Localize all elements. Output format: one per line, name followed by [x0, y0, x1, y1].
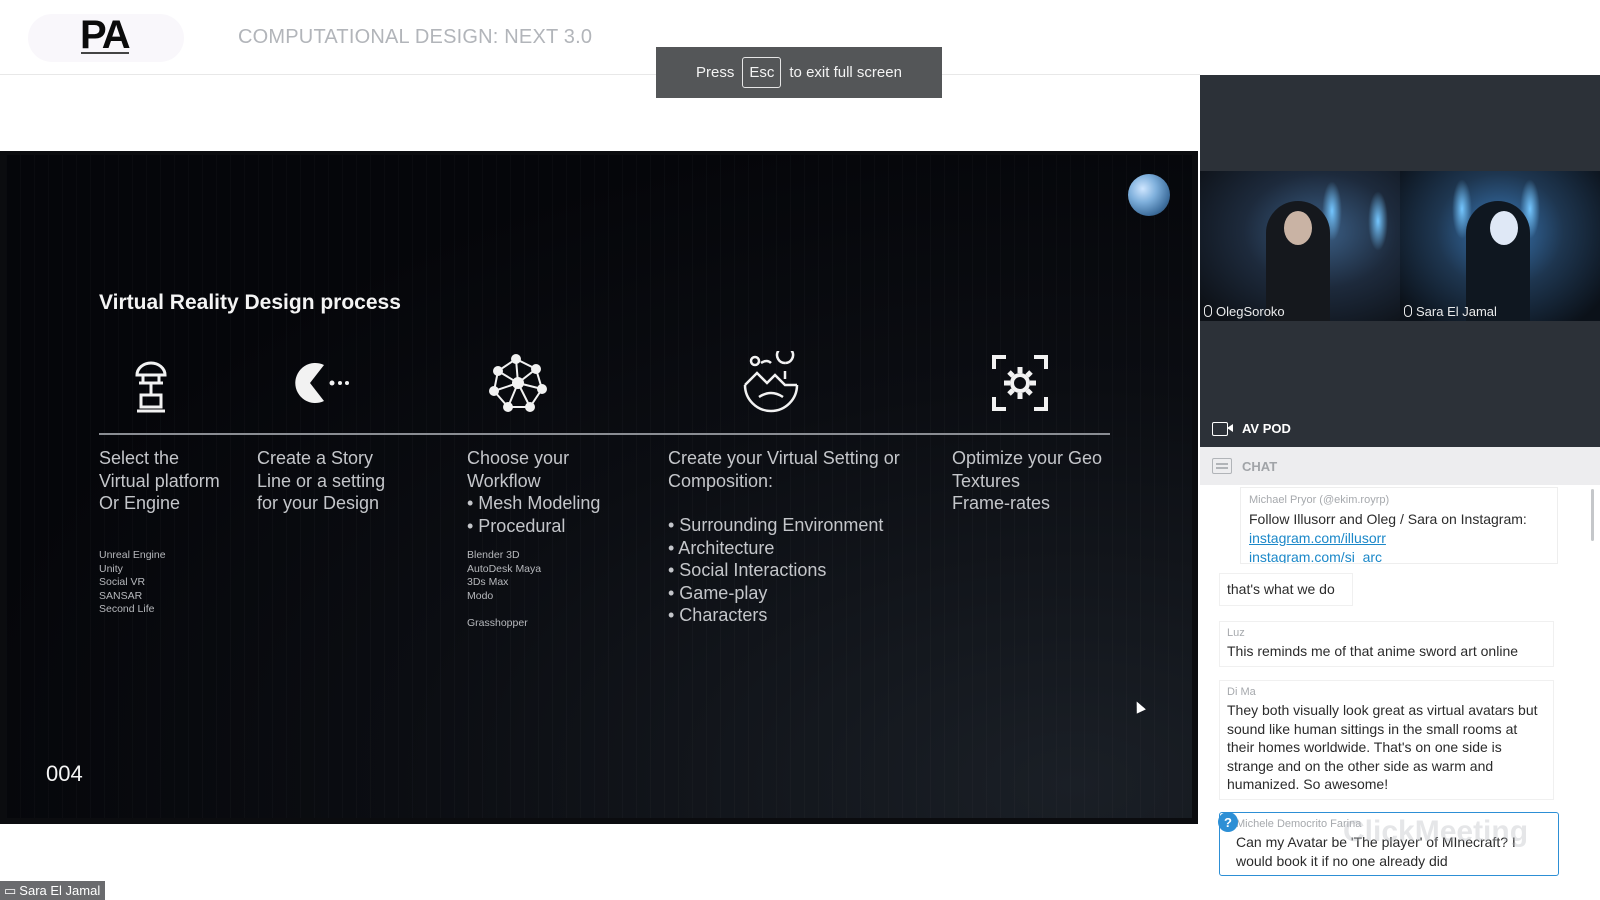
chat-icon — [1212, 458, 1232, 474]
step-bullet: • Surrounding Environment — [668, 515, 884, 535]
chat-message: Di Ma They both visually look great as v… — [1219, 680, 1554, 800]
participant-name: OlegSoroko — [1216, 303, 1285, 319]
chat-message: Luz This reminds me of that anime sword … — [1219, 621, 1554, 667]
environment-globe-icon — [739, 345, 803, 415]
step-line: Optimize your Geo — [952, 448, 1103, 468]
step-virtual-setting: Create your Virtual Setting or Compositi… — [668, 447, 900, 627]
step-bullet: • Architecture — [668, 537, 775, 558]
participant-head — [1284, 211, 1312, 245]
step-bullet: • Mesh Modeling — [467, 493, 601, 513]
software-list: Blender 3D AutoDesk Maya 3Ds Max Modo Gr… — [467, 549, 541, 630]
network-mesh-icon — [486, 351, 550, 415]
step-line: Textures — [952, 470, 1021, 491]
software-item: AutoDesk Maya — [467, 562, 542, 575]
message-author: Di Ma — [1227, 686, 1256, 698]
camera-icon — [1212, 421, 1234, 436]
engine-item: Social VR — [99, 576, 146, 588]
esc-key: Esc — [742, 57, 782, 88]
step-line: Choose your — [467, 448, 570, 468]
software-item: Grasshopper — [467, 616, 528, 629]
step-line: Select the — [99, 448, 180, 468]
av-pod-header[interactable]: AV POD — [1200, 409, 1600, 447]
logo-underline — [81, 52, 129, 54]
step-bullet: • Game-play — [668, 582, 768, 603]
step-bullet: • Social Interactions — [668, 560, 827, 580]
step-gap — [668, 492, 900, 514]
message-text: They both visually look great as virtual… — [1227, 702, 1538, 793]
engine-item: Unity — [99, 562, 123, 575]
step-line: Virtual platform — [99, 470, 220, 491]
step-line: Workflow — [467, 470, 541, 491]
step-select-platform: Select the Virtual platform Or Engine — [99, 447, 220, 515]
timeline-divider — [99, 433, 1110, 435]
chat-header-label: CHAT — [1242, 458, 1278, 474]
instagram-link-si-arc[interactable]: instagram.com/si_arc — [1249, 548, 1549, 563]
software-item: Blender 3D — [467, 549, 520, 561]
side-panel: OlegSoroko Sara El Jamal AV POD CHAT Mic… — [1200, 75, 1600, 900]
video-name-label: OlegSoroko — [1200, 301, 1289, 321]
software-spacer — [467, 603, 541, 617]
pinned-message: Michael Pryor (@ekim.royrp) Follow Illus… — [1240, 487, 1558, 564]
toast-press-text: Press — [696, 64, 735, 81]
av-pod-label: AV POD — [1242, 420, 1291, 436]
engine-item: Unreal Engine — [99, 549, 166, 561]
instagram-link-illusorr[interactable]: instagram.com/illusorr — [1249, 529, 1549, 548]
engine-list: Unreal Engine Unity Social VR SANSAR Sec… — [99, 549, 166, 617]
step-line: Create your Virtual Setting or — [668, 448, 900, 468]
chat-header[interactable]: CHAT — [1200, 447, 1600, 485]
step-line: Or Engine — [99, 493, 181, 513]
question-badge-icon: ? — [1218, 812, 1238, 832]
message-text: This reminds me of that anime sword art … — [1227, 643, 1519, 659]
step-line: Composition: — [668, 470, 774, 491]
app-header: PA COMPUTATIONAL DESIGN: NEXT 3.0 — [0, 0, 1200, 75]
step-create-story: Create a Story Line or a setting for you… — [257, 447, 385, 515]
mic-icon — [1204, 305, 1212, 317]
step-choose-workflow: Choose your Workflow • Mesh Modeling • P… — [467, 447, 600, 537]
step-line: Line or a setting — [257, 470, 386, 491]
step-bullet: • Procedural — [467, 515, 566, 536]
message-author: Michael Pryor (@ekim.royrp) — [1249, 494, 1390, 506]
video-name-label: Sara El Jamal — [1400, 301, 1501, 321]
vr-light — [1368, 191, 1388, 251]
mic-icon — [1404, 305, 1412, 317]
step-line: Frame-rates — [952, 493, 1051, 513]
step-line: for your Design — [257, 493, 380, 513]
video-tile-sara[interactable]: Sara El Jamal — [1400, 171, 1600, 321]
participant-head — [1490, 211, 1518, 245]
clickmeeting-watermark: ClickMeeting — [1343, 815, 1529, 848]
globe-icon — [1128, 174, 1170, 216]
toast-suffix-text: to exit full screen — [789, 64, 902, 81]
optimize-gear-icon — [988, 351, 1052, 415]
slide-number: 004 — [46, 761, 83, 786]
slide-title: Virtual Reality Design process — [99, 291, 401, 314]
step-optimize: Optimize your Geo Textures Frame-rates — [952, 447, 1102, 515]
vr-platform-icon — [119, 351, 183, 415]
software-item: Modo — [467, 589, 494, 602]
pinned-scrollbar[interactable] — [1591, 489, 1594, 541]
chat-pod: CHAT Michael Pryor (@ekim.royrp) Follow … — [1200, 447, 1600, 900]
video-tile-oleg[interactable]: OlegSoroko — [1200, 171, 1400, 321]
presenter-tag: ▭ Sara El Jamal — [0, 881, 106, 900]
chat-message: that's what we do — [1219, 573, 1353, 606]
event-title: COMPUTATIONAL DESIGN: NEXT 3.0 — [238, 26, 593, 48]
pacman-story-icon — [288, 351, 352, 415]
engine-item: Second Life — [99, 603, 155, 615]
engine-item: SANSAR — [99, 589, 143, 602]
presentation-slide: Virtual Reality Design process Select th… — [0, 151, 1198, 824]
software-item: 3Ds Max — [467, 576, 509, 588]
participant-name: Sara El Jamal — [1416, 303, 1497, 319]
presenter-name: Sara El Jamal — [19, 883, 101, 898]
screen-share-icon: ▭ — [4, 882, 17, 898]
fullscreen-toast: Press Esc to exit full screen — [656, 47, 942, 98]
mouse-cursor-icon — [1132, 699, 1146, 714]
message-text: Follow Illusorr and Oleg / Sara on Insta… — [1249, 511, 1527, 527]
message-author: Luz — [1227, 627, 1245, 639]
step-bullet: • Characters — [668, 605, 768, 625]
message-text: that's what we do — [1227, 581, 1335, 597]
step-line: Create a Story — [257, 448, 374, 468]
